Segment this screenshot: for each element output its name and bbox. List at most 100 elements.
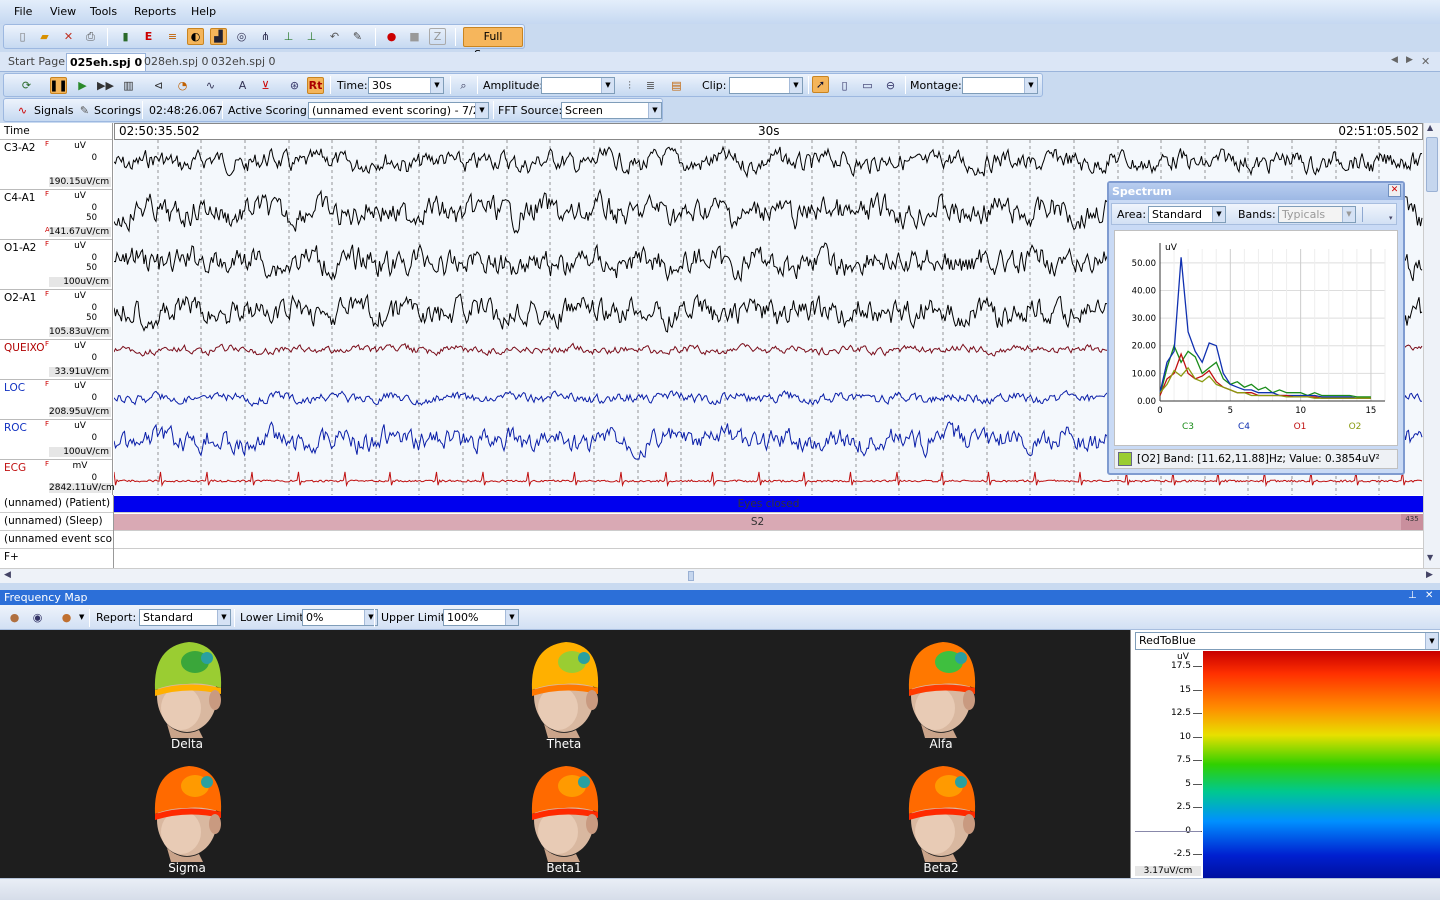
ruler-icon[interactable]: ▭ <box>859 77 876 94</box>
record-icon[interactable]: ● <box>383 28 400 45</box>
scroll-down-icon[interactable]: ▼ <box>1427 553 1433 562</box>
spectrum-chart[interactable]: 0.00 10.00 20.00 30.00 40.00 50.00 0 5 10 15 uV C3 C… <box>1114 230 1398 446</box>
amplitude-up-icon[interactable]: ⫶ <box>621 77 638 94</box>
tab-028eh[interactable]: 028eh.spj 0 <box>144 55 209 68</box>
head-map-delta[interactable]: Delta <box>137 638 237 758</box>
scroll-left-icon[interactable]: ◀ <box>4 570 11 580</box>
scroll-right-icon[interactable]: ▶ <box>1426 570 1433 580</box>
prev-page-icon[interactable]: ⊲ <box>150 77 167 94</box>
play-icon[interactable]: ▶ <box>74 77 91 94</box>
list-icon[interactable]: ≡ <box>164 28 181 45</box>
head-map-alfa[interactable]: Alfa <box>891 638 991 758</box>
scoring-band-s2[interactable]: S2 <box>114 514 1401 530</box>
events-icon[interactable]: E <box>140 28 157 45</box>
select-icon[interactable]: ▯ <box>836 77 853 94</box>
fast-forward-icon[interactable]: ▶▶ <box>97 77 114 94</box>
menu-tools[interactable]: Tools <box>90 5 117 18</box>
wrench-icon[interactable]: ✎ <box>349 28 366 45</box>
measure-icon[interactable]: ⊖ <box>882 77 899 94</box>
marker2-icon[interactable]: ⊥ <box>303 28 320 45</box>
open-folder-icon[interactable]: ▰ <box>36 28 53 45</box>
horizontal-scrollbar[interactable]: ◀ ▶ <box>0 568 1440 583</box>
head-view-icon[interactable]: ● <box>58 609 75 626</box>
close-icon[interactable]: ✕ <box>1425 590 1433 601</box>
amplitude-select[interactable]: ▼ <box>541 77 615 94</box>
zoom-search-icon[interactable]: ◎ <box>233 28 250 45</box>
fft-source-select[interactable]: Screen ▼ <box>561 102 662 119</box>
fit-icon[interactable]: ⊻ <box>257 77 274 94</box>
chevron-down-icon[interactable]: ▼ <box>79 613 84 621</box>
analysis-icon[interactable]: ◐ <box>187 28 204 45</box>
histogram-icon[interactable]: ▟ <box>210 28 227 45</box>
channel-zero: 0 <box>91 353 97 363</box>
time-select[interactable]: 30s ▼ <box>368 77 444 94</box>
lower-limit-select[interactable]: 0% ▼ <box>302 609 378 626</box>
tab-032eh[interactable]: 032eh.spj 0 <box>211 55 276 68</box>
tab-close-icon[interactable]: ✕ <box>1421 55 1430 68</box>
vertical-scrollbar[interactable]: ▲ ▼ <box>1423 123 1440 568</box>
brain-icon[interactable]: ◉ <box>29 609 46 626</box>
head-icon[interactable]: ● <box>6 609 23 626</box>
speed-icon[interactable]: ◔ <box>174 77 191 94</box>
head-map-sigma[interactable]: Sigma <box>137 762 237 882</box>
filter-icon[interactable]: ⊛ <box>286 77 303 94</box>
menu-help[interactable]: Help <box>191 5 216 18</box>
channel-row[interactable]: LOC FuV 0 208.95uV/cm <box>0 380 112 420</box>
spectrum-titlebar[interactable]: Spectrum ✕ <box>1109 183 1403 200</box>
menu-view[interactable]: View <box>50 5 76 18</box>
channel-row[interactable]: C4-A1 F AuV 0 50 141.67uV/cm <box>0 190 112 240</box>
tab-next-icon[interactable]: ▶ <box>1406 55 1413 65</box>
palette-select[interactable]: RedToBlue ▼ <box>1135 632 1439 650</box>
channel-row[interactable]: C3-A2 FuV 0 190.15uV/cm <box>0 140 112 190</box>
pause-icon[interactable]: ❚❚ <box>49 77 68 94</box>
upper-limit-select[interactable]: 100% ▼ <box>443 609 519 626</box>
tab-025eh[interactable]: 025eh.spj 0 <box>66 53 147 71</box>
new-icon[interactable]: ▯ <box>14 28 31 45</box>
area-select[interactable]: Standard ▼ <box>1148 206 1226 223</box>
tab-start-page[interactable]: Start Page <box>8 55 65 68</box>
spikes-icon[interactable]: ⋔ <box>257 28 274 45</box>
channel-row[interactable]: ECG FmV 0 2842.11uV/cm <box>0 460 115 496</box>
head-map-beta2[interactable]: Beta2 <box>891 762 991 882</box>
head-map-beta1[interactable]: Beta1 <box>514 762 614 882</box>
overflow-icon[interactable]: ▾ <box>1389 214 1393 222</box>
zoom-icon[interactable]: ⌕ <box>455 77 472 94</box>
pin-icon[interactable]: ⊥ <box>1408 590 1417 601</box>
scoring-band-eyes-closed[interactable]: Eyes closed <box>114 496 1423 512</box>
waveform-icon[interactable]: ∿ <box>202 77 219 94</box>
step-icon[interactable]: ▥ <box>120 77 137 94</box>
signals-button[interactable]: Signals <box>34 104 74 117</box>
fullscreen-button[interactable]: Full Screen <box>463 27 523 61</box>
book-icon[interactable]: ▮ <box>117 28 134 45</box>
channel-row[interactable]: QUEIXO FuV 0 33.91uV/cm <box>0 340 112 380</box>
head-map-theta[interactable]: Theta <box>514 638 614 758</box>
amplitude-down-icon[interactable]: ≣ <box>642 77 659 94</box>
colors-icon[interactable]: ▤ <box>668 77 685 94</box>
close-icon[interactable]: ✕ <box>1388 184 1401 197</box>
clip-select[interactable]: ▼ <box>729 77 803 94</box>
print-icon[interactable]: ⎙ <box>82 28 99 45</box>
scorings-button[interactable]: Scorings <box>94 104 141 117</box>
menu-reports[interactable]: Reports <box>134 5 176 18</box>
pointer-icon[interactable]: ➚ <box>812 76 829 93</box>
menu-file[interactable]: File <box>14 5 32 18</box>
active-scoring-select[interactable]: (unnamed event scoring) - 7/29/▼ <box>308 102 489 119</box>
close-file-icon[interactable]: ✕ <box>60 28 77 45</box>
report-select[interactable]: Standard ▼ <box>139 609 231 626</box>
scroll-up-icon[interactable]: ▲ <box>1427 123 1433 132</box>
channel-row[interactable]: ROC FuV 0 100uV/cm <box>0 420 112 460</box>
rt-icon[interactable]: Rt <box>307 77 324 94</box>
scrollbar-thumb[interactable] <box>1426 137 1438 192</box>
stop-icon[interactable]: ■ <box>406 28 423 45</box>
hand-icon[interactable]: ↶ <box>326 28 343 45</box>
channel-row[interactable]: O2-A1 FuV 0 50 105.83uV/cm <box>0 290 112 340</box>
hscroll-thumb[interactable] <box>688 571 694 581</box>
tab-prev-icon[interactable]: ◀ <box>1391 55 1398 65</box>
montage-select[interactable]: ▼ <box>962 77 1038 94</box>
layout-icon[interactable]: ⟳ <box>18 77 35 94</box>
channel-row[interactable]: O1-A2 FuV 0 50 100uV/cm <box>0 240 112 290</box>
text-a-icon[interactable]: A <box>234 77 251 94</box>
marker-icon[interactable]: ⊥ <box>280 28 297 45</box>
bands-select[interactable]: Typicals ▼ <box>1278 206 1356 223</box>
z-icon[interactable]: Z <box>429 28 446 45</box>
